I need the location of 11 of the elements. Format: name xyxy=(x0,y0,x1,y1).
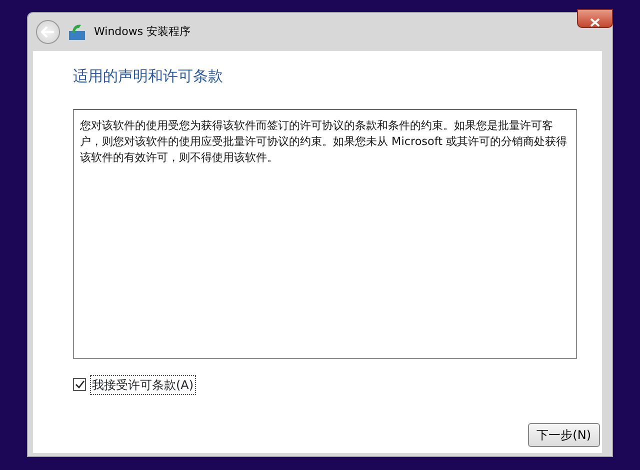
back-button[interactable] xyxy=(36,20,60,44)
page-heading: 适用的声明和许可条款 xyxy=(73,66,224,87)
back-arrow-icon xyxy=(41,26,55,38)
close-button[interactable] xyxy=(577,9,613,28)
window-title: Windows 安装程序 xyxy=(94,24,191,40)
accept-checkbox[interactable] xyxy=(73,378,86,391)
accept-label[interactable]: 我接受许可条款(A) xyxy=(90,374,196,394)
license-text: 您对该软件的使用受您为获得该软件而签订的许可协议的条款和条件的约束。如果您是批量许可客户，则您对该软件的使用应受批量许可协议的约束。如果您未从 Microsoft 或其许可的分销商处获得该软件的有效许可，则不得使用该软件。 xyxy=(73,108,577,358)
next-button[interactable]: 下一步(N) xyxy=(528,422,600,446)
close-icon xyxy=(590,18,600,28)
setup-icon xyxy=(68,23,86,41)
